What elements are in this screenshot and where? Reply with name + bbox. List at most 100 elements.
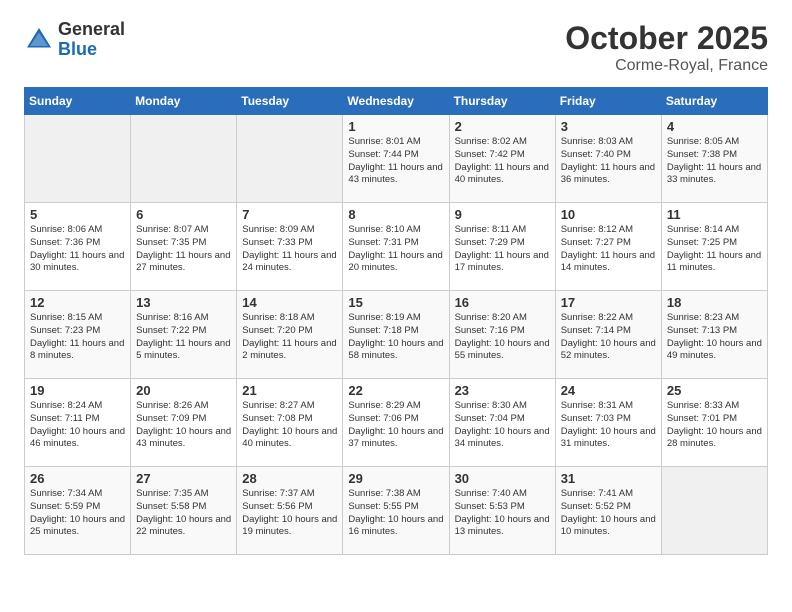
cell-info: Sunrise: 8:12 AMSunset: 7:27 PMDaylight:… xyxy=(561,224,656,275)
cell-info: Sunrise: 7:38 AMSunset: 5:55 PMDaylight:… xyxy=(348,488,443,539)
calendar-cell: 23 Sunrise: 8:30 AMSunset: 7:04 PMDayligh… xyxy=(449,379,555,467)
location: Corme-Royal, France xyxy=(565,57,768,75)
day-number: 25 xyxy=(667,383,762,398)
weekday-header: Sunday xyxy=(25,88,131,115)
cell-info: Sunrise: 8:09 AMSunset: 7:33 PMDaylight:… xyxy=(242,224,337,275)
day-number: 14 xyxy=(242,295,337,310)
title-block: October 2025 Corme-Royal, France xyxy=(565,20,768,75)
calendar-cell: 15Sunrise: 8:19 AMSunset: 7:18 PMDayligh… xyxy=(343,291,449,379)
day-number: 19 xyxy=(30,383,125,398)
calendar-header-row: SundayMondayTuesdayWednesdayThursdayFrid… xyxy=(25,88,768,115)
day-number: 3 xyxy=(561,119,656,134)
weekday-header: Saturday xyxy=(661,88,767,115)
cell-info: Sunrise: 8:29 AMSunset: 7:06 PMDaylight:… xyxy=(348,400,443,451)
cell-info: Sunrise: 7:37 AMSunset: 5:56 PMDaylight:… xyxy=(242,488,337,539)
calendar-cell: 5 Sunrise: 8:06 AMSunset: 7:36 PMDaylight… xyxy=(25,203,131,291)
calendar-cell: 9 Sunrise: 8:11 AMSunset: 7:29 PMDaylight… xyxy=(449,203,555,291)
cell-info: Sunrise: 7:41 AMSunset: 5:52 PMDaylight:… xyxy=(561,488,656,539)
calendar-cell: 6 Sunrise: 8:07 AMSunset: 7:35 PMDaylight… xyxy=(131,203,237,291)
calendar-cell: 29 Sunrise: 7:38 AMSunset: 5:55 PMDayligh… xyxy=(343,467,449,555)
day-number: 29 xyxy=(348,471,443,486)
calendar-week-row: 1 Sunrise: 8:01 AMSunset: 7:44 PMDaylight… xyxy=(25,115,768,203)
day-number: 26 xyxy=(30,471,125,486)
day-number: 20 xyxy=(136,383,231,398)
calendar-cell: 11 Sunrise: 8:14 AMSunset: 7:25 PMDayligh… xyxy=(661,203,767,291)
calendar-week-row: 26 Sunrise: 7:34 AMSunset: 5:59 PMDayligh… xyxy=(25,467,768,555)
calendar-cell: 14 Sunrise: 8:18 AMSunset: 7:20 PMDayligh… xyxy=(237,291,343,379)
calendar-cell: 10 Sunrise: 8:12 AMSunset: 7:27 PMDayligh… xyxy=(555,203,661,291)
calendar-cell xyxy=(237,115,343,203)
cell-info: Sunrise: 8:30 AMSunset: 7:04 PMDaylight:… xyxy=(455,400,550,451)
day-number: 27 xyxy=(136,471,231,486)
cell-info: Sunrise: 8:15 AMSunset: 7:23 PMDaylight:… xyxy=(30,312,125,363)
day-number: 28 xyxy=(242,471,337,486)
day-number: 11 xyxy=(667,207,762,222)
cell-info: Sunrise: 8:10 AMSunset: 7:31 PMDaylight:… xyxy=(348,224,443,275)
cell-info: Sunrise: 8:07 AMSunset: 7:35 PMDaylight:… xyxy=(136,224,231,275)
calendar-cell: 7 Sunrise: 8:09 AMSunset: 7:33 PMDaylight… xyxy=(237,203,343,291)
calendar-week-row: 12Sunrise: 8:15 AMSunset: 7:23 PMDayligh… xyxy=(25,291,768,379)
day-number: 4 xyxy=(667,119,762,134)
day-number: 31 xyxy=(561,471,656,486)
calendar-cell: 26 Sunrise: 7:34 AMSunset: 5:59 PMDayligh… xyxy=(25,467,131,555)
calendar-cell xyxy=(131,115,237,203)
day-number: 2 xyxy=(455,119,550,134)
page-header: General Blue October 2025 Corme-Royal, F… xyxy=(24,20,768,75)
day-number: 7 xyxy=(242,207,337,222)
cell-info: Sunrise: 7:35 AMSunset: 5:58 PMDaylight:… xyxy=(136,488,231,539)
cell-info: Sunrise: 8:24 AMSunset: 7:11 PMDaylight:… xyxy=(30,400,125,451)
cell-info: Sunrise: 7:34 AMSunset: 5:59 PMDaylight:… xyxy=(30,488,125,539)
weekday-header: Tuesday xyxy=(237,88,343,115)
cell-info: Sunrise: 8:11 AMSunset: 7:29 PMDaylight:… xyxy=(455,224,550,275)
calendar-cell: 21Sunrise: 8:27 AMSunset: 7:08 PMDayligh… xyxy=(237,379,343,467)
calendar-cell xyxy=(661,467,767,555)
logo-icon xyxy=(24,25,54,55)
day-number: 8 xyxy=(348,207,443,222)
calendar-cell: 22 Sunrise: 8:29 AMSunset: 7:06 PMDayligh… xyxy=(343,379,449,467)
day-number: 17 xyxy=(561,295,656,310)
cell-info: Sunrise: 8:06 AMSunset: 7:36 PMDaylight:… xyxy=(30,224,125,275)
calendar-cell: 19 Sunrise: 8:24 AMSunset: 7:11 PMDayligh… xyxy=(25,379,131,467)
day-number: 13 xyxy=(136,295,231,310)
cell-info: Sunrise: 8:16 AMSunset: 7:22 PMDaylight:… xyxy=(136,312,231,363)
cell-info: Sunrise: 8:05 AMSunset: 7:38 PMDaylight:… xyxy=(667,136,762,187)
cell-info: Sunrise: 8:19 AMSunset: 7:18 PMDaylight:… xyxy=(348,312,443,363)
calendar-cell: 27 Sunrise: 7:35 AMSunset: 5:58 PMDayligh… xyxy=(131,467,237,555)
calendar-cell xyxy=(25,115,131,203)
day-number: 9 xyxy=(455,207,550,222)
day-number: 30 xyxy=(455,471,550,486)
cell-info: Sunrise: 8:22 AMSunset: 7:14 PMDaylight:… xyxy=(561,312,656,363)
cell-info: Sunrise: 8:27 AMSunset: 7:08 PMDaylight:… xyxy=(242,400,337,451)
cell-info: Sunrise: 8:01 AMSunset: 7:44 PMDaylight:… xyxy=(348,136,443,187)
cell-info: Sunrise: 8:03 AMSunset: 7:40 PMDaylight:… xyxy=(561,136,656,187)
day-number: 16 xyxy=(455,295,550,310)
weekday-header: Wednesday xyxy=(343,88,449,115)
calendar-cell: 31 Sunrise: 7:41 AMSunset: 5:52 PMDayligh… xyxy=(555,467,661,555)
calendar-table: SundayMondayTuesdayWednesdayThursdayFrid… xyxy=(24,87,768,555)
logo: General Blue xyxy=(24,20,125,60)
day-number: 22 xyxy=(348,383,443,398)
calendar-cell: 12Sunrise: 8:15 AMSunset: 7:23 PMDayligh… xyxy=(25,291,131,379)
cell-info: Sunrise: 8:02 AMSunset: 7:42 PMDaylight:… xyxy=(455,136,550,187)
cell-info: Sunrise: 7:40 AMSunset: 5:53 PMDaylight:… xyxy=(455,488,550,539)
calendar-cell: 30 Sunrise: 7:40 AMSunset: 5:53 PMDayligh… xyxy=(449,467,555,555)
cell-info: Sunrise: 8:33 AMSunset: 7:01 PMDaylight:… xyxy=(667,400,762,451)
day-number: 18 xyxy=(667,295,762,310)
weekday-header: Monday xyxy=(131,88,237,115)
calendar-cell: 25 Sunrise: 8:33 AMSunset: 7:01 PMDayligh… xyxy=(661,379,767,467)
calendar-cell: 1 Sunrise: 8:01 AMSunset: 7:44 PMDaylight… xyxy=(343,115,449,203)
day-number: 6 xyxy=(136,207,231,222)
day-number: 10 xyxy=(561,207,656,222)
day-number: 1 xyxy=(348,119,443,134)
cell-info: Sunrise: 8:18 AMSunset: 7:20 PMDaylight:… xyxy=(242,312,337,363)
calendar-week-row: 19 Sunrise: 8:24 AMSunset: 7:11 PMDayligh… xyxy=(25,379,768,467)
cell-info: Sunrise: 8:26 AMSunset: 7:09 PMDaylight:… xyxy=(136,400,231,451)
day-number: 23 xyxy=(455,383,550,398)
calendar-cell: 16Sunrise: 8:20 AMSunset: 7:16 PMDayligh… xyxy=(449,291,555,379)
day-number: 5 xyxy=(30,207,125,222)
calendar-cell: 17 Sunrise: 8:22 AMSunset: 7:14 PMDayligh… xyxy=(555,291,661,379)
logo-blue-text: Blue xyxy=(58,40,125,60)
cell-info: Sunrise: 8:14 AMSunset: 7:25 PMDaylight:… xyxy=(667,224,762,275)
calendar-cell: 13 Sunrise: 8:16 AMSunset: 7:22 PMDayligh… xyxy=(131,291,237,379)
calendar-week-row: 5 Sunrise: 8:06 AMSunset: 7:36 PMDaylight… xyxy=(25,203,768,291)
